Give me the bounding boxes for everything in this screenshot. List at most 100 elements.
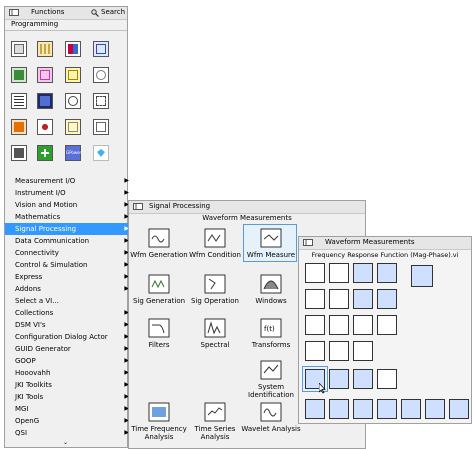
wfm-measure-vi-icon[interactable] — [411, 265, 433, 287]
amp-levels-icon[interactable] — [377, 263, 397, 283]
cluster-icon[interactable] — [65, 41, 81, 57]
plus-icon[interactable] — [37, 145, 53, 161]
harmonic-analyzer-icon[interactable] — [377, 315, 397, 335]
wavelet-analysis-category[interactable]: Wavelet Analysis — [241, 399, 301, 433]
menu-item[interactable]: OpenG ▶ — [5, 415, 133, 427]
fft-psd-icon[interactable] — [329, 341, 349, 361]
boolean-icon[interactable] — [11, 67, 27, 83]
windows-icon — [260, 274, 282, 294]
pin-icon[interactable] — [9, 9, 19, 16]
pulse-measure-icon[interactable] — [377, 289, 397, 309]
wfm-generation-category[interactable]: Wfm Generation — [129, 225, 189, 259]
synchronization-icon[interactable] — [11, 119, 27, 135]
menu-item-label: GOOP — [15, 357, 36, 365]
menu-item-signal-processing[interactable]: Signal Processing ▶ — [5, 223, 133, 235]
menu-item[interactable]: Select a VI... — [5, 295, 133, 307]
cross-power-icon[interactable] — [377, 369, 397, 389]
numeric-icon[interactable] — [93, 41, 109, 57]
menu-item[interactable]: MGI ▶ — [5, 403, 133, 415]
menu-item[interactable]: Collections ▶ — [5, 307, 133, 319]
structures-icon[interactable] — [11, 41, 27, 57]
frf-real-im-icon[interactable] — [329, 369, 349, 389]
search-label: Search — [101, 8, 126, 16]
filters-icon — [148, 318, 170, 338]
chevron-right-icon: ▶ — [124, 177, 129, 184]
vi-server-icon[interactable] — [11, 145, 27, 161]
app-control-icon[interactable] — [93, 93, 109, 109]
menu-item[interactable]: Data Communication ▶ — [5, 235, 133, 247]
transforms-category[interactable]: f(t) Transforms — [241, 315, 301, 349]
sig-operation-icon — [204, 274, 226, 294]
menu-item[interactable]: GOOP ▶ — [5, 355, 133, 367]
menu-item[interactable]: Addons ▶ — [5, 283, 133, 295]
spectral-meas-3-icon[interactable] — [353, 399, 373, 419]
windows-category[interactable]: Windows — [241, 271, 301, 305]
array-icon[interactable] — [37, 41, 53, 57]
pin-icon[interactable] — [133, 203, 143, 210]
spectral-meas-7-icon[interactable] — [449, 399, 469, 419]
menu-item[interactable]: JKI Tools ▶ — [5, 391, 133, 403]
comparison-icon[interactable] — [65, 67, 81, 83]
file-io-icon[interactable] — [37, 93, 53, 109]
menu-item[interactable]: Control & Simulation ▶ — [5, 259, 133, 271]
menu-item[interactable]: Mathematics ▶ — [5, 211, 133, 223]
spectral-category[interactable]: Spectral — [185, 315, 245, 349]
transition-icon[interactable] — [353, 289, 373, 309]
spectral-meas-6-icon[interactable] — [425, 399, 445, 419]
menu-item[interactable]: Connectivity ▶ — [5, 247, 133, 259]
filters-category[interactable]: Filters — [129, 315, 189, 349]
cycle-avg-icon[interactable] — [353, 263, 373, 283]
sig-operation-category[interactable]: Sig Operation — [185, 271, 245, 305]
search-button[interactable]: Search — [89, 7, 127, 18]
sig-generation-category[interactable]: Sig Generation — [129, 271, 189, 305]
wfm-condition-category[interactable]: Wfm Condition — [185, 225, 245, 259]
menu-item[interactable]: DSM VI's ▶ — [5, 319, 133, 331]
pin-icon[interactable] — [303, 239, 313, 246]
waveform-icon[interactable] — [65, 93, 81, 109]
tone-measure-icon[interactable] — [329, 289, 349, 309]
menu-item[interactable]: Instrument I/O ▶ — [5, 187, 133, 199]
menu-item[interactable]: GUID Generator ▶ — [5, 343, 133, 355]
basic-dc-rms-icon[interactable] — [305, 263, 325, 283]
menu-item-label: Mathematics — [15, 213, 61, 221]
waveform-title: Waveform Measurements — [325, 238, 415, 246]
menu-item[interactable]: Measurement I/O ▶ — [5, 175, 133, 187]
menu-item-label: Configuration Dialog Actor — [15, 333, 108, 341]
spectral-meas-1-icon[interactable] — [305, 399, 325, 419]
tools-icon[interactable] — [93, 119, 109, 135]
menu-item[interactable]: Hooovahh ▶ — [5, 367, 133, 379]
chevron-right-icon: ▶ — [124, 189, 129, 196]
menu-item[interactable]: Vision and Motion ▶ — [5, 199, 133, 211]
spectral-meas-4-icon[interactable] — [377, 399, 397, 419]
avg-dc-rms-icon[interactable] — [329, 263, 349, 283]
graphics-sound-icon[interactable] — [37, 119, 53, 135]
harmonic-distortion-icon[interactable] — [305, 315, 325, 335]
waveform-measurements-palette: Waveform Measurements Frequency Response… — [298, 236, 472, 424]
menu-item[interactable]: JKI Toolkits ▶ — [5, 379, 133, 391]
string-icon[interactable] — [37, 67, 53, 83]
programming-category[interactable]: Programming — [5, 19, 127, 31]
scroll-down-icon[interactable]: ⌄ — [63, 439, 68, 446]
gpower-icon[interactable]: GPower — [65, 145, 81, 161]
spectral-meas-5-icon[interactable] — [401, 399, 421, 419]
sinad-icon[interactable] — [329, 315, 349, 335]
menu-item[interactable]: QSI ▶ — [5, 427, 133, 439]
menu-item[interactable]: Express ▶ — [5, 271, 133, 283]
spectral-meas-2-icon[interactable] — [329, 399, 349, 419]
timing-icon[interactable] — [93, 67, 109, 83]
menu-item[interactable]: Configuration Dialog Actor ▶ — [5, 331, 133, 343]
report-generation-icon[interactable] — [65, 119, 81, 135]
programming-label: Programming — [11, 20, 59, 28]
extract-tone-icon[interactable] — [305, 289, 325, 309]
wfm-measure-category[interactable]: Wfm Measure — [241, 225, 301, 259]
dialog-icon[interactable] — [11, 93, 27, 109]
diamond-icon[interactable] — [93, 145, 109, 161]
fft-power-spectrum-icon[interactable] — [305, 341, 325, 361]
menu-item-label: Measurement I/O — [15, 177, 76, 185]
fft-spectrum-mag-icon[interactable] — [353, 341, 373, 361]
thd-icon[interactable] — [353, 315, 373, 335]
system-identification-category[interactable]: System Identification — [241, 357, 301, 399]
time-series-analysis-category[interactable]: Time Series Analysis — [185, 399, 245, 441]
time-frequency-analysis-category[interactable]: Time Frequency Analysis — [129, 399, 189, 441]
cross-spectrum-icon[interactable] — [353, 369, 373, 389]
